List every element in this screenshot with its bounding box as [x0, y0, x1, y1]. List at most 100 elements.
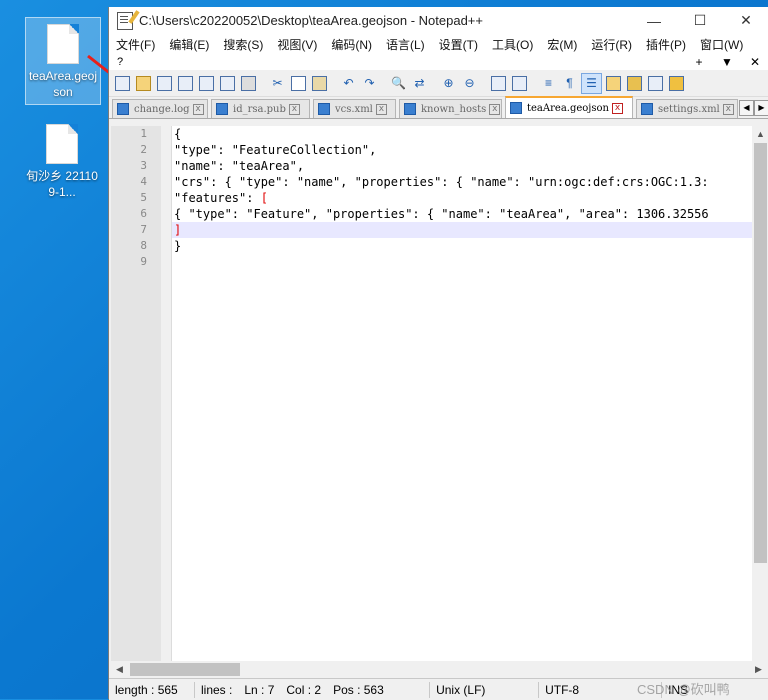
save-state-icon [318, 103, 330, 115]
tab-scroll-right-icon[interactable]: ▶ [754, 100, 768, 116]
menu-tools[interactable]: 工具(O) [492, 36, 533, 53]
close-icon[interactable]: x [489, 103, 501, 115]
paste-icon[interactable] [310, 74, 329, 93]
menu-settings[interactable]: 设置(T) [439, 36, 478, 53]
tab-known-hosts[interactable]: known_hosts x [399, 99, 502, 118]
close-icon[interactable]: x [612, 102, 623, 114]
tab-label: teaArea.geojson [527, 102, 609, 114]
tab-teaarea-geojson[interactable]: teaArea.geojson x [505, 96, 633, 118]
line-number: 5 [140, 191, 147, 204]
new-file-icon[interactable] [113, 74, 132, 93]
editor-area[interactable]: 1 2 3 4 5 6 7 8 9 { "type": "FeatureColl… [111, 126, 768, 661]
status-lines: lines : [201, 682, 233, 697]
menu-file[interactable]: 文件(F) [116, 36, 155, 53]
tab-change-log[interactable]: change.log x [112, 99, 208, 118]
menu-edit[interactable]: 编辑(E) [169, 36, 209, 53]
menu-language[interactable]: 语言(L) [386, 36, 425, 53]
close-icon[interactable]: x [288, 103, 300, 115]
user-language-icon[interactable] [604, 74, 623, 93]
close-icon[interactable]: x [192, 103, 204, 115]
undo-icon[interactable]: ↶ [339, 74, 358, 93]
line-number: 4 [140, 175, 147, 188]
tab-scroll-buttons: ◀ ▶ [739, 100, 768, 116]
find-icon[interactable]: 🔍 [389, 74, 408, 93]
tab-scroll-left-icon[interactable]: ◀ [739, 100, 754, 116]
save-state-icon [641, 103, 653, 115]
menu-bar: 文件(F) 编辑(E) 搜索(S) 视图(V) 编码(N) 语言(L) 设置(T… [109, 34, 768, 54]
status-eol[interactable]: Unix (LF) [430, 681, 540, 698]
code-line: "name": "teaArea", [174, 159, 305, 173]
scroll-up-icon[interactable]: ▲ [752, 126, 768, 143]
replace-icon[interactable]: ⇄ [410, 74, 429, 93]
tab-settings-xml[interactable]: settings.xml x [636, 99, 738, 118]
redo-icon[interactable]: ↷ [360, 74, 379, 93]
vertical-scroll-thumb[interactable] [754, 143, 767, 563]
save-state-icon [216, 103, 228, 115]
tab-label: id_rsa.pub [233, 103, 286, 115]
horizontal-scroll-thumb[interactable] [130, 663, 240, 676]
show-all-characters-icon[interactable]: ¶ [560, 74, 579, 93]
open-file-icon[interactable] [134, 74, 153, 93]
status-pos: Pos : 563 [327, 681, 431, 698]
menu-run[interactable]: 运行(R) [591, 36, 632, 53]
menu-macro[interactable]: 宏(M) [547, 36, 577, 53]
close-icon[interactable]: x [375, 103, 387, 115]
tab-label: vcs.xml [335, 103, 373, 115]
menu-window[interactable]: 窗口(W) [700, 36, 743, 53]
scroll-left-icon[interactable]: ◀ [111, 664, 128, 675]
scroll-right-icon[interactable]: ▶ [750, 664, 767, 675]
desktop-icon-label: 旬沙乡 221109-1... [26, 169, 98, 199]
close-icon[interactable]: x [722, 103, 734, 115]
line-number: 8 [140, 239, 147, 252]
document-map-icon[interactable] [625, 74, 644, 93]
title-bar: C:\Users\c20220052\Desktop\teaArea.geojs… [109, 7, 768, 34]
sync-vertical-icon[interactable] [489, 74, 508, 93]
vertical-scrollbar[interactable]: ▲ [752, 126, 768, 661]
notepadpp-icon [117, 11, 133, 30]
sync-horizontal-icon[interactable] [510, 74, 529, 93]
code-text[interactable]: { "type": "FeatureCollection", "name": "… [172, 126, 768, 661]
horizontal-scrollbar[interactable]: ◀ ▶ [111, 661, 767, 678]
code-line: "type": "FeatureCollection", [174, 143, 377, 157]
menu-plugins[interactable]: 插件(P) [646, 36, 686, 53]
copy-icon[interactable] [289, 74, 308, 93]
status-ln: Ln : 7 [244, 682, 275, 697]
close-button[interactable]: ✕ [723, 7, 768, 34]
menu-encoding[interactable]: 编码(N) [331, 36, 372, 53]
toolbar: ✂ ↶ ↷ 🔍 ⇄ ⊕ ⊖ ≡ ¶ ☰ [109, 70, 768, 97]
maximize-button[interactable]: ☐ [677, 7, 723, 34]
file-icon [47, 24, 79, 64]
save-icon[interactable] [155, 74, 174, 93]
function-list-icon[interactable] [646, 74, 665, 93]
print-icon[interactable] [239, 74, 258, 93]
line-number: 9 [140, 255, 147, 268]
tab-bar: change.log x id_rsa.pub x vcs.xml x know… [109, 96, 768, 119]
tab-vcs-xml[interactable]: vcs.xml x [313, 99, 396, 118]
save-state-icon [117, 103, 129, 115]
close-file-icon[interactable] [197, 74, 216, 93]
tab-list-dropdown-button[interactable]: ▼ [713, 55, 741, 69]
menu-help[interactable]: ? [117, 56, 123, 68]
indent-guide-icon[interactable]: ☰ [581, 72, 602, 94]
close-document-button[interactable]: ✕ [741, 55, 768, 69]
new-tab-plus-button[interactable]: + [685, 55, 713, 69]
save-state-icon [510, 102, 522, 114]
code-line: } [174, 239, 182, 253]
menu-search[interactable]: 搜索(S) [223, 36, 263, 53]
window-title: C:\Users\c20220052\Desktop\teaArea.geojs… [139, 13, 483, 28]
minimize-button[interactable]: — [631, 7, 677, 34]
word-wrap-icon[interactable]: ≡ [539, 74, 558, 93]
save-all-icon[interactable] [176, 74, 195, 93]
notepadpp-window: C:\Users\c20220052\Desktop\teaArea.geojs… [108, 7, 768, 700]
zoom-in-icon[interactable]: ⊕ [439, 74, 458, 93]
menu-view[interactable]: 视图(V) [277, 36, 317, 53]
zoom-out-icon[interactable]: ⊖ [460, 74, 479, 93]
cut-icon[interactable]: ✂ [268, 74, 287, 93]
folder-as-workspace-icon[interactable] [667, 74, 686, 93]
status-length: length : 565 [109, 681, 195, 698]
file-icon [46, 124, 78, 164]
close-all-icon[interactable] [218, 74, 237, 93]
tab-id-rsa-pub[interactable]: id_rsa.pub x [211, 99, 310, 118]
tab-label: change.log [134, 103, 190, 115]
